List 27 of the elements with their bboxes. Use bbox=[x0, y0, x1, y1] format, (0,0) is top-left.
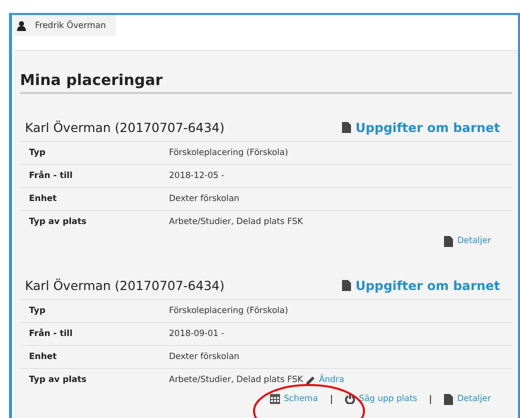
field-value: 2018-09-01 - bbox=[169, 329, 224, 339]
field-value: Förskoleplacering (Förskola) bbox=[169, 306, 288, 316]
field-label: Typ av plats bbox=[29, 375, 88, 385]
field-label: Typ bbox=[29, 148, 46, 158]
child-name: Karl Överman (20170707-6434) bbox=[25, 278, 224, 293]
edit-link[interactable]: Ändra bbox=[306, 375, 344, 385]
field-label: Typ av plats bbox=[29, 217, 88, 227]
page-title: Mina placeringar bbox=[20, 71, 512, 94]
child-info-link[interactable]: Uppgifter om barnet bbox=[342, 278, 500, 293]
field-label: Från - till bbox=[29, 171, 74, 181]
schedule-link[interactable]: Schema bbox=[270, 394, 318, 404]
field-label: Från - till bbox=[29, 329, 74, 339]
field-value: Dexter förskolan bbox=[169, 352, 240, 362]
details-link[interactable]: Detaljer bbox=[444, 236, 491, 246]
user-name: Fredrik Överman bbox=[35, 20, 106, 30]
child-info-link[interactable]: Uppgifter om barnet bbox=[342, 120, 500, 135]
field-value: Förskoleplacering (Förskola) bbox=[169, 148, 288, 158]
field-value: 2018-12-05 - bbox=[169, 171, 224, 181]
child-name: Karl Överman (20170707-6434) bbox=[25, 120, 224, 135]
field-label: Enhet bbox=[29, 194, 58, 204]
field-label: Typ bbox=[29, 306, 46, 316]
field-label: Enhet bbox=[29, 352, 58, 362]
field-value: Dexter förskolan bbox=[169, 194, 240, 204]
details-link[interactable]: Detaljer bbox=[444, 394, 491, 404]
cancel-place-link[interactable]: Säg upp plats bbox=[344, 394, 418, 404]
field-value: Arbete/Studier, Delad plats FSK bbox=[169, 217, 303, 227]
field-value: Arbete/Studier, Delad plats FSK bbox=[169, 375, 303, 385]
